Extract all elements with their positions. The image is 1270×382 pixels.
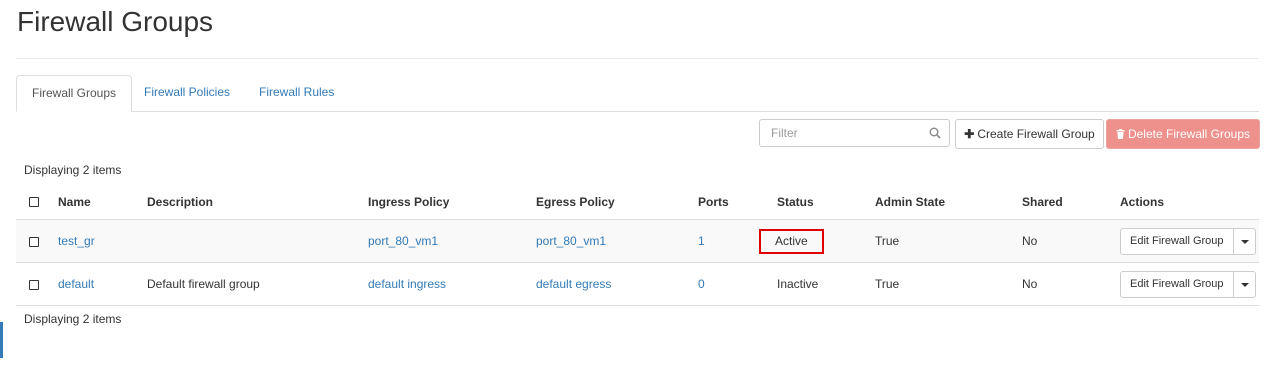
trash-icon (1116, 129, 1125, 139)
row-actions: Edit Firewall Group (1120, 270, 1256, 298)
filter-input[interactable] (760, 120, 942, 146)
status-highlighted: Active (759, 228, 824, 254)
table-row: test_gr port_80_vm1 port_80_vm1 1 Active… (16, 219, 1259, 263)
plus-icon: ✚ (964, 127, 975, 141)
shared-cell: No (1022, 219, 1120, 263)
side-scroll-marker (0, 322, 3, 358)
filter-field[interactable] (759, 119, 950, 147)
tab-firewall-policies[interactable]: Firewall Policies (129, 75, 245, 111)
delete-firewall-groups-button[interactable]: Delete Firewall Groups (1106, 119, 1260, 149)
column-header-description[interactable]: Description (147, 184, 368, 220)
column-header-name[interactable]: Name (58, 184, 147, 220)
create-firewall-group-label: Create Firewall Group (977, 127, 1095, 141)
column-header-status[interactable]: Status (777, 184, 875, 220)
row-actions: Edit Firewall Group (1120, 227, 1256, 255)
column-header-ports[interactable]: Ports (698, 184, 777, 220)
ingress-policy-link[interactable]: default ingress (368, 277, 446, 291)
admin-state-cell: True (875, 219, 1022, 263)
chevron-down-icon[interactable] (1233, 270, 1256, 298)
admin-state-cell: True (875, 262, 1022, 306)
group-name-link[interactable]: default (58, 277, 94, 291)
create-firewall-group-button[interactable]: ✚ Create Firewall Group (955, 119, 1104, 149)
column-header-ingress-policy[interactable]: Ingress Policy (368, 184, 536, 220)
column-header-egress-policy[interactable]: Egress Policy (536, 184, 698, 220)
table-row: default Default firewall group default i… (16, 262, 1259, 306)
status-cell: Inactive (777, 262, 875, 306)
search-icon[interactable] (929, 127, 941, 139)
ports-link[interactable]: 0 (698, 277, 705, 291)
description-cell: Default firewall group (147, 262, 368, 306)
group-name-link[interactable]: test_gr (58, 234, 95, 248)
page-title: Firewall Groups (17, 6, 214, 37)
edit-firewall-group-button[interactable]: Edit Firewall Group (1120, 227, 1234, 255)
row-checkbox[interactable] (29, 236, 39, 247)
item-count-top: Displaying 2 items (24, 163, 122, 177)
shared-cell: No (1022, 262, 1120, 306)
column-header-actions: Actions (1120, 184, 1259, 220)
ingress-policy-link[interactable]: port_80_vm1 (368, 234, 438, 248)
title-divider (16, 58, 1259, 59)
item-count-bottom: Displaying 2 items (24, 312, 122, 326)
edit-firewall-group-button[interactable]: Edit Firewall Group (1120, 270, 1234, 298)
column-header-admin-state[interactable]: Admin State (875, 184, 1022, 220)
table-header-row: Name Description Ingress Policy Egress P… (16, 184, 1259, 220)
tab-firewall-rules[interactable]: Firewall Rules (244, 75, 349, 111)
egress-policy-link[interactable]: default egress (536, 277, 611, 291)
egress-policy-link[interactable]: port_80_vm1 (536, 234, 606, 248)
row-checkbox[interactable] (29, 279, 39, 290)
description-cell (147, 219, 368, 263)
ports-link[interactable]: 1 (698, 234, 705, 248)
firewall-groups-table: Name Description Ingress Policy Egress P… (16, 184, 1259, 306)
column-header-shared[interactable]: Shared (1022, 184, 1120, 220)
chevron-down-icon[interactable] (1233, 227, 1256, 255)
tab-bar: Firewall Groups Firewall Policies Firewa… (16, 75, 1259, 112)
select-all-checkbox[interactable] (29, 197, 39, 208)
tab-firewall-groups[interactable]: Firewall Groups (16, 75, 133, 112)
delete-firewall-groups-label: Delete Firewall Groups (1127, 127, 1251, 141)
